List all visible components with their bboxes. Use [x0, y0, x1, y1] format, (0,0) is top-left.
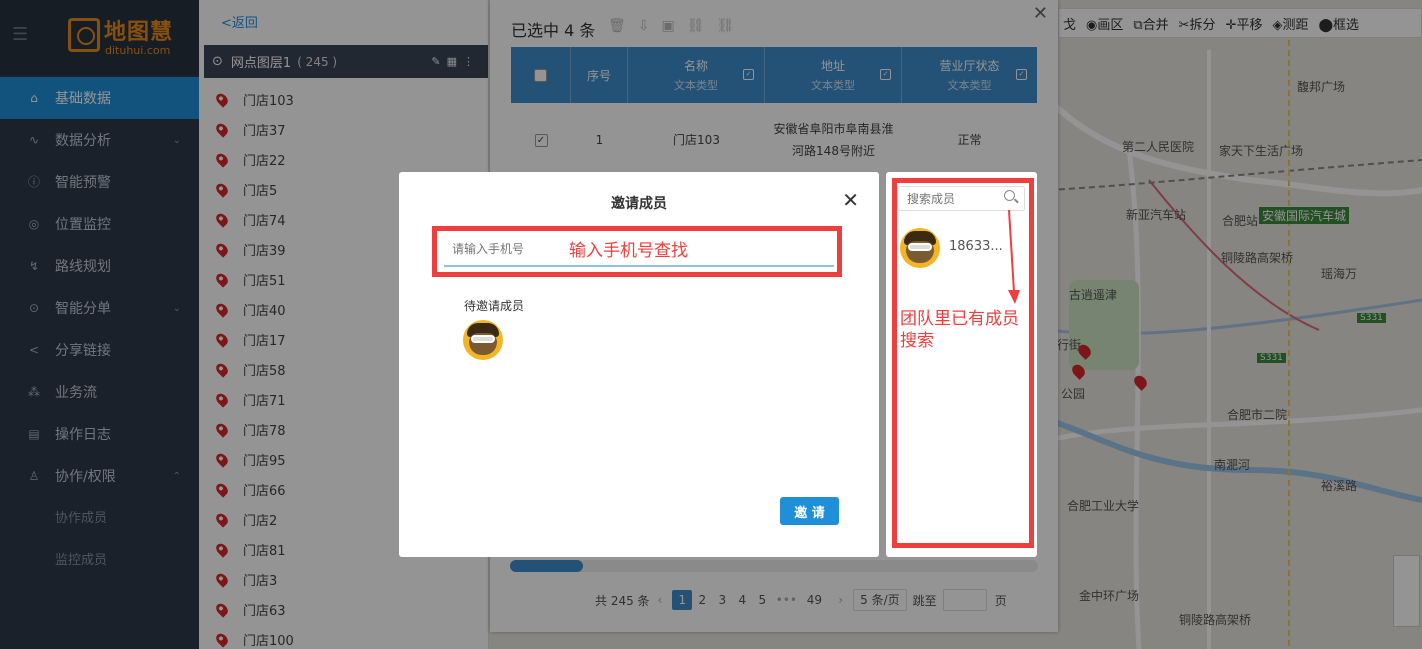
- invite-member-modal: 邀请成员 ✕ 输入手机号查找 待邀请成员 邀 请: [399, 172, 879, 557]
- avatar[interactable]: [463, 320, 503, 360]
- close-icon[interactable]: ✕: [842, 190, 859, 210]
- search-icon[interactable]: [1004, 190, 1015, 201]
- modal-title: 邀请成员: [611, 196, 667, 212]
- avatar[interactable]: [900, 228, 940, 268]
- team-members-panel: 18633... 团队里已有成员搜索: [886, 172, 1037, 557]
- invite-button[interactable]: 邀 请: [780, 497, 839, 525]
- phone-annotation: 输入手机号查找: [569, 241, 688, 261]
- annotation-box: 输入手机号查找: [432, 226, 842, 277]
- member-name[interactable]: 18633...: [949, 239, 1003, 254]
- annotation-arrow-icon: [1008, 210, 1020, 304]
- pending-members-label: 待邀请成员: [464, 299, 525, 313]
- members-annotation: 团队里已有成员搜索: [900, 309, 1019, 351]
